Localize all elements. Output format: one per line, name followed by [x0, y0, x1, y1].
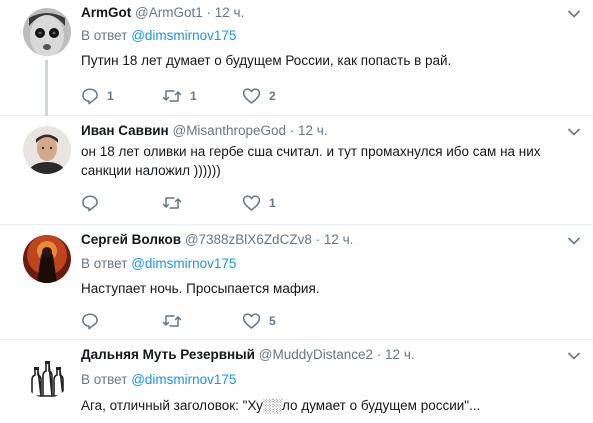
- timestamp[interactable]: 12 ч.: [324, 232, 354, 247]
- reply-icon: [81, 87, 99, 105]
- reply-context: В ответ @dimsmirnov175: [81, 27, 236, 45]
- retweet-icon: [162, 194, 182, 212]
- like-button[interactable]: 2: [242, 86, 276, 106]
- user-handle[interactable]: @MuddyDistance2: [259, 347, 373, 362]
- reply-prefix: В ответ: [81, 256, 128, 271]
- timestamp[interactable]: 12 ч.: [215, 5, 245, 20]
- retweet-button[interactable]: [162, 311, 190, 331]
- avatar[interactable]: [23, 126, 71, 174]
- avatar[interactable]: [23, 350, 71, 398]
- tweet-header: Дальняя Муть Резервный @MuddyDistance2 ·…: [81, 346, 415, 364]
- reply-to-link[interactable]: @dimsmirnov175: [131, 372, 236, 387]
- like-button[interactable]: 5: [242, 311, 276, 331]
- reply-count: 1: [107, 89, 114, 103]
- separator-dot: ·: [206, 5, 212, 20]
- timestamp[interactable]: 12 ч.: [385, 347, 415, 362]
- retweet-icon: [162, 312, 182, 330]
- heart-icon: [242, 87, 261, 105]
- like-count: 2: [269, 89, 276, 103]
- reply-prefix: В ответ: [81, 28, 128, 43]
- separator-dot: ·: [289, 123, 295, 138]
- tweet-header: Иван Саввин @MisanthropeGod · 12 ч.: [81, 122, 328, 140]
- tweet[interactable]: Иван Саввин @MisanthropeGod · 12 ч. он 1…: [0, 116, 593, 225]
- tweet-text: он 18 лет оливки на гербе сша считал. и …: [81, 144, 541, 178]
- display-name[interactable]: Иван Саввин: [81, 123, 169, 138]
- reply-icon: [81, 194, 99, 212]
- heart-icon: [242, 194, 261, 212]
- retweet-button[interactable]: [162, 193, 190, 213]
- heart-icon: [242, 312, 261, 330]
- tweet-text: Наступает ночь. Просыпается мафия.: [81, 281, 320, 296]
- like-count: 1: [269, 196, 276, 210]
- tweet-text: Ага, отличный заголовок: "Ху░░ло думает …: [81, 398, 481, 413]
- display-name[interactable]: ArmGot: [81, 5, 131, 20]
- reply-to-link[interactable]: @dimsmirnov175: [131, 28, 236, 43]
- separator-dot: ·: [376, 347, 382, 362]
- chevron-down-icon[interactable]: [567, 236, 581, 246]
- timestamp[interactable]: 12 ч.: [298, 123, 328, 138]
- like-button[interactable]: 1: [242, 193, 276, 213]
- tweet-header: Сергей Волков @7388zBlX6ZdCZv8 · 12 ч.: [81, 231, 353, 249]
- chevron-down-icon[interactable]: [567, 351, 581, 361]
- retweet-button[interactable]: 1: [162, 86, 197, 106]
- tweet-header: ArmGot @ArmGot1 · 12 ч.: [81, 4, 244, 22]
- reply-context: В ответ @dimsmirnov175: [81, 255, 236, 273]
- user-handle[interactable]: @7388zBlX6ZdCZv8: [185, 232, 312, 247]
- display-name[interactable]: Сергей Волков: [81, 232, 181, 247]
- retweet-icon: [162, 87, 182, 105]
- reply-prefix: В ответ: [81, 372, 128, 387]
- separator-dot: ·: [315, 232, 321, 247]
- chevron-down-icon[interactable]: [567, 9, 581, 19]
- reply-button[interactable]: 1: [81, 86, 114, 106]
- reply-button[interactable]: [81, 311, 107, 331]
- like-count: 5: [269, 314, 276, 328]
- retweet-count: 1: [190, 89, 197, 103]
- avatar[interactable]: [23, 8, 71, 56]
- chevron-down-icon[interactable]: [567, 127, 581, 137]
- avatar[interactable]: [23, 235, 71, 283]
- tweet[interactable]: ArmGot @ArmGot1 · 12 ч. В ответ @dimsmir…: [0, 0, 593, 116]
- reply-button[interactable]: [81, 193, 107, 213]
- thread-line: [45, 60, 48, 116]
- reply-to-link[interactable]: @dimsmirnov175: [131, 256, 236, 271]
- reply-icon: [81, 312, 99, 330]
- tweet[interactable]: Дальняя Муть Резервный @MuddyDistance2 ·…: [0, 340, 593, 423]
- reply-context: В ответ @dimsmirnov175: [81, 371, 236, 389]
- tweet[interactable]: Сергей Волков @7388zBlX6ZdCZv8 · 12 ч. В…: [0, 225, 593, 340]
- tweet-text: Путин 18 лет думает о будущем России, ка…: [81, 53, 452, 68]
- user-handle[interactable]: @MisanthropeGod: [172, 123, 286, 138]
- display-name[interactable]: Дальняя Муть Резервный: [81, 347, 255, 362]
- user-handle[interactable]: @ArmGot1: [135, 5, 203, 20]
